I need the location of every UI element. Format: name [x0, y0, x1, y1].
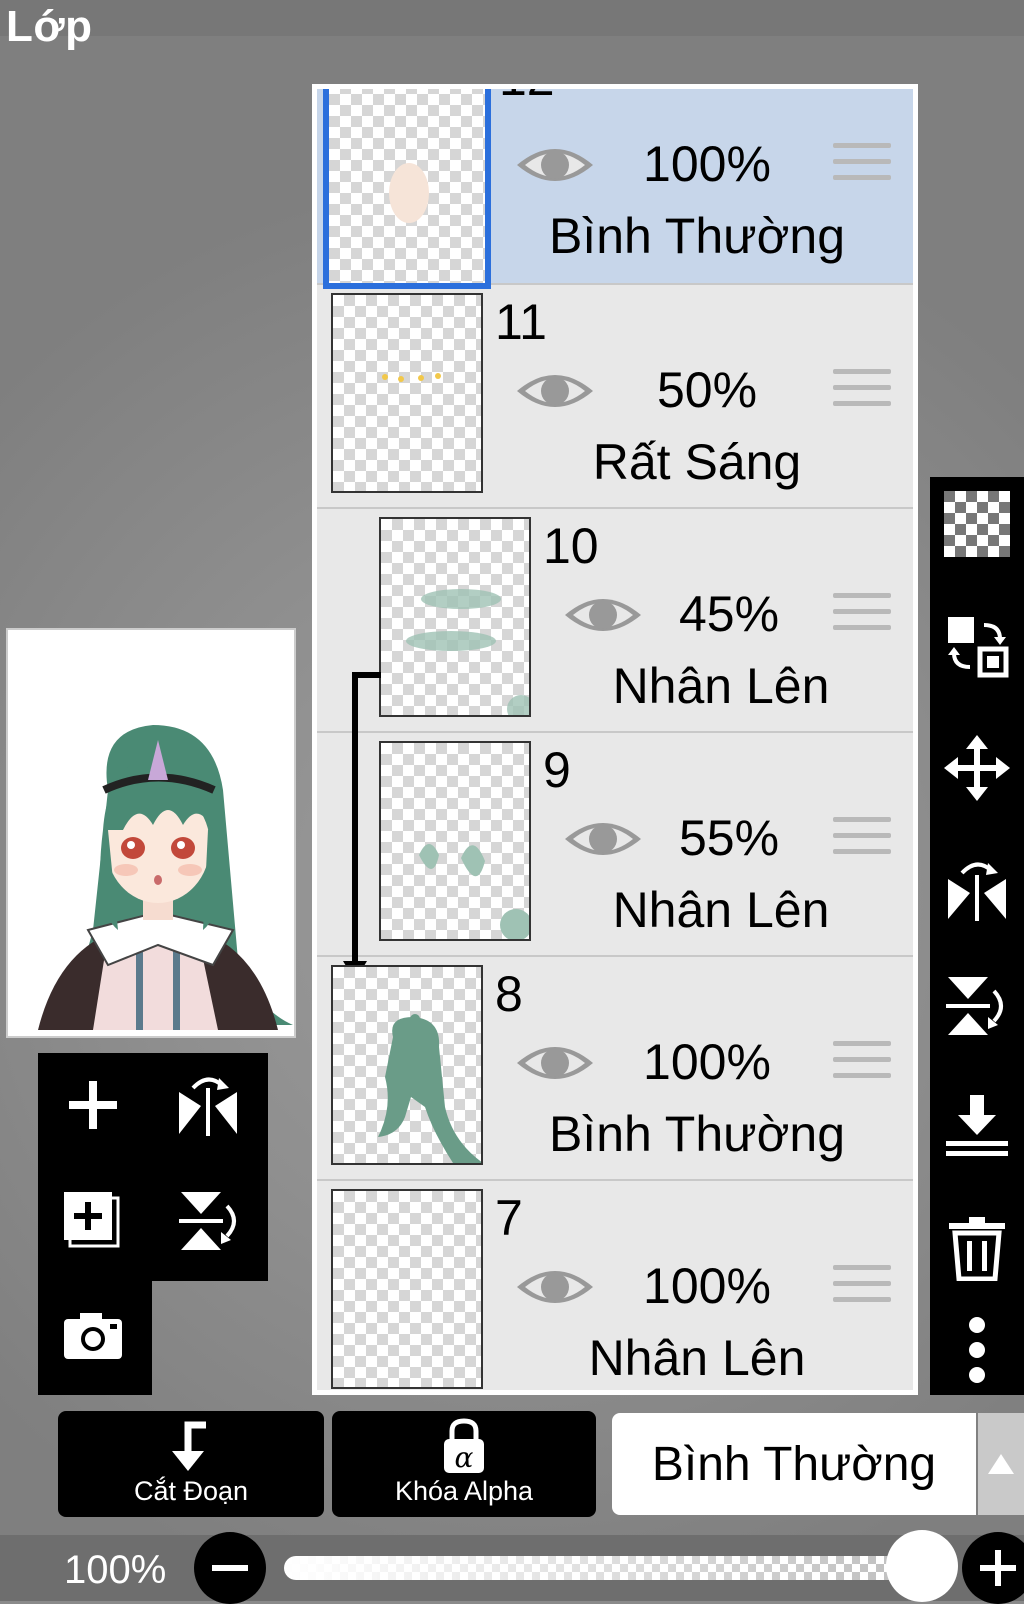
layer-opacity: 100% [643, 1258, 771, 1314]
clipping-button[interactable]: Cắt Đoạn [58, 1411, 324, 1517]
layer-number: 7 [495, 1190, 523, 1246]
move-button[interactable] [940, 731, 1014, 805]
drag-handle-icon[interactable] [833, 143, 891, 193]
add-copy-layer-button[interactable] [53, 1181, 133, 1261]
swap-layers-icon [948, 617, 1009, 678]
flip-horizontal-icon [179, 1077, 237, 1136]
drag-handle-icon[interactable] [833, 369, 891, 419]
drag-handle-icon[interactable] [833, 593, 891, 643]
layer-blend-mode: Bình Thường [548, 208, 846, 264]
blend-mode-dropdown-toggle[interactable] [978, 1413, 1024, 1515]
layer-row-12[interactable]: 12 100% Bình Thường [317, 89, 913, 289]
clipping-arrow-icon [172, 1421, 206, 1471]
layer-blend-mode: Bình Thường [548, 1106, 846, 1162]
opacity-slider-knob[interactable] [886, 1530, 958, 1602]
layer-blend-mode: Nhân Lên [612, 882, 830, 938]
add-copy-layer-icon [64, 1192, 120, 1248]
visibility-eye-icon[interactable] [515, 139, 595, 191]
opacity-decrease-button[interactable] [194, 1532, 266, 1604]
opacity-increase-button[interactable] [962, 1532, 1024, 1604]
drag-handle-icon[interactable] [833, 817, 891, 867]
layer-row-10[interactable]: 10 45% Nhân Lên [317, 509, 913, 733]
layer-opacity: 100% [643, 1034, 771, 1090]
layer-number: 8 [495, 966, 523, 1022]
layer-opacity: 50% [656, 362, 758, 418]
lock-icon: α [444, 1418, 484, 1474]
layer-blend-mode: Rất Sáng [592, 434, 802, 490]
camera-icon [64, 1313, 122, 1359]
camera-button[interactable] [53, 1295, 133, 1375]
transparency-button[interactable] [940, 487, 1014, 561]
flip-vertical-button[interactable] [168, 1181, 248, 1261]
layer-row-7[interactable]: 7 100% Nhân Lên [317, 1181, 913, 1390]
layer-opacity: 55% [678, 810, 780, 866]
layer-number: 9 [543, 742, 571, 798]
more-options-button[interactable] [940, 1313, 1014, 1387]
flip-vertical-icon [946, 977, 1003, 1035]
layer-thumbnail [379, 741, 531, 941]
svg-text:α: α [455, 1441, 474, 1474]
swap-layers-button[interactable] [940, 609, 1014, 683]
add-layer-icon [69, 1081, 117, 1129]
more-icon [969, 1317, 985, 1383]
opacity-value: 100% [64, 1548, 167, 1592]
layer-thumbnail [331, 965, 483, 1165]
layer-list[interactable]: 12 100% Bình Thường 11 [317, 89, 913, 1390]
page-title: Lớp [6, 2, 93, 51]
flip-vertical-icon [179, 1192, 236, 1250]
flip-horizontal-button[interactable] [940, 851, 1014, 925]
layer-number: 10 [543, 518, 599, 574]
layer-blend-mode: Nhân Lên [612, 658, 830, 714]
delete-layer-button[interactable] [940, 1211, 1014, 1285]
visibility-eye-icon[interactable] [515, 365, 595, 417]
add-layer-button[interactable] [53, 1065, 133, 1145]
layer-opacity: 45% [678, 586, 780, 642]
alpha-lock-button[interactable]: α Khóa Alpha [332, 1411, 596, 1517]
left-toolbar-extension [38, 1281, 152, 1395]
chevron-up-icon [988, 1454, 1014, 1474]
merge-down-icon [946, 1095, 1008, 1156]
drag-handle-icon[interactable] [833, 1041, 891, 1091]
layer-thumbnail [331, 1189, 483, 1389]
layer-panel: 12 100% Bình Thường 11 [312, 84, 918, 1395]
clipping-label: Cắt Đoạn [133, 1476, 249, 1506]
transparency-checker-icon [944, 491, 1010, 557]
layer-thumbnail [379, 517, 531, 717]
flip-horizontal-icon [948, 862, 1006, 921]
visibility-eye-icon[interactable] [515, 1261, 595, 1313]
flip-vertical-button[interactable] [940, 969, 1014, 1043]
left-toolbar [38, 1053, 268, 1281]
drag-handle-icon[interactable] [833, 1265, 891, 1315]
visibility-eye-icon[interactable] [515, 1037, 595, 1089]
minus-icon [212, 1565, 248, 1571]
merge-down-button[interactable] [940, 1089, 1014, 1163]
right-toolbar [930, 477, 1024, 1395]
layer-number: 12 [499, 89, 555, 107]
layer-row-11[interactable]: 11 50% Rất Sáng [317, 285, 913, 509]
move-icon [944, 735, 1010, 801]
layer-row-8[interactable]: 8 100% Bình Thường [317, 957, 913, 1181]
plus-icon [980, 1550, 1016, 1586]
layer-row-9[interactable]: 9 55% Nhân Lên [317, 733, 913, 957]
layer-thumbnail [323, 89, 491, 289]
layer-thumbnail [331, 293, 483, 493]
title-bar [0, 0, 1024, 36]
canvas-preview [6, 628, 296, 1038]
flip-horizontal-button[interactable] [168, 1065, 248, 1145]
layer-opacity: 100% [643, 136, 771, 192]
blend-mode-select[interactable]: Bình Thường [612, 1413, 976, 1515]
alpha-lock-label: Khóa Alpha [394, 1476, 534, 1506]
layer-blend-mode: Nhân Lên [588, 1330, 806, 1386]
trash-icon [949, 1217, 1005, 1281]
opacity-slider-track[interactable] [284, 1556, 944, 1580]
layer-number: 11 [495, 294, 547, 350]
